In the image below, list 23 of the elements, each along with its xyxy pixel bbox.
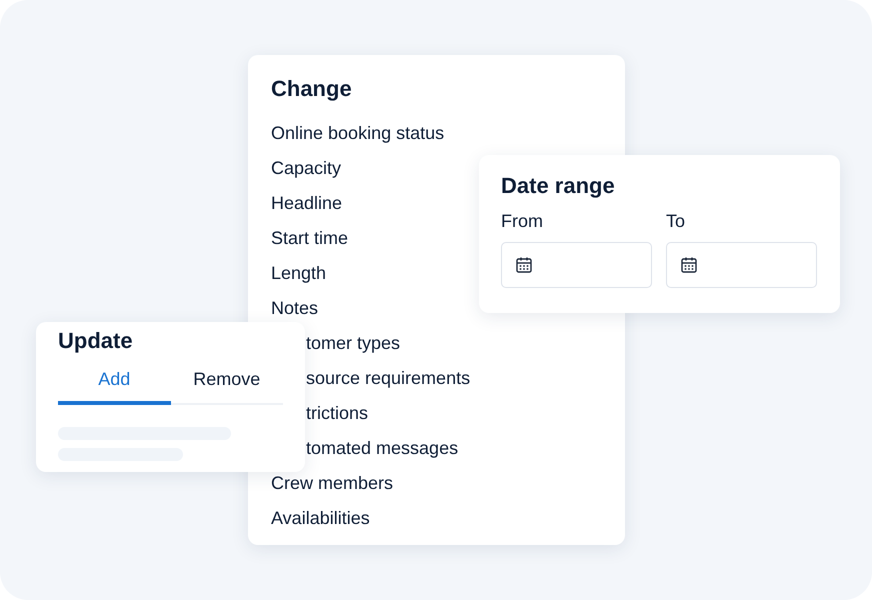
menu-item[interactable]: trictions <box>306 402 368 424</box>
menu-item[interactable]: tomer types <box>306 332 400 354</box>
menu-item[interactable]: Online booking status <box>271 122 444 144</box>
panel-title: Update <box>58 327 134 355</box>
tab[interactable]: Add <box>58 363 170 405</box>
menu-item[interactable]: Headline <box>271 192 342 214</box>
field-label: To <box>666 210 686 232</box>
calendar-icon <box>680 256 698 274</box>
menu-item[interactable]: Length <box>271 262 326 284</box>
menu-item[interactable]: Start time <box>271 227 348 249</box>
date-field[interactable] <box>666 242 817 288</box>
calendar-icon <box>515 256 533 274</box>
menu-item[interactable]: Notes <box>271 297 318 319</box>
panel-title: Change <box>271 75 353 103</box>
menu-item[interactable]: Crew members <box>271 472 394 494</box>
menu-item[interactable]: source requirements <box>306 367 470 389</box>
menu-item[interactable]: Capacity <box>271 157 342 179</box>
menu-item[interactable]: Availabilities <box>271 507 370 529</box>
field-label: From <box>501 210 544 232</box>
date-field[interactable] <box>501 242 652 288</box>
menu-item[interactable]: tomated messages <box>306 437 458 459</box>
tab[interactable]: Remove <box>170 363 283 405</box>
panel-title: Date range <box>501 172 616 200</box>
